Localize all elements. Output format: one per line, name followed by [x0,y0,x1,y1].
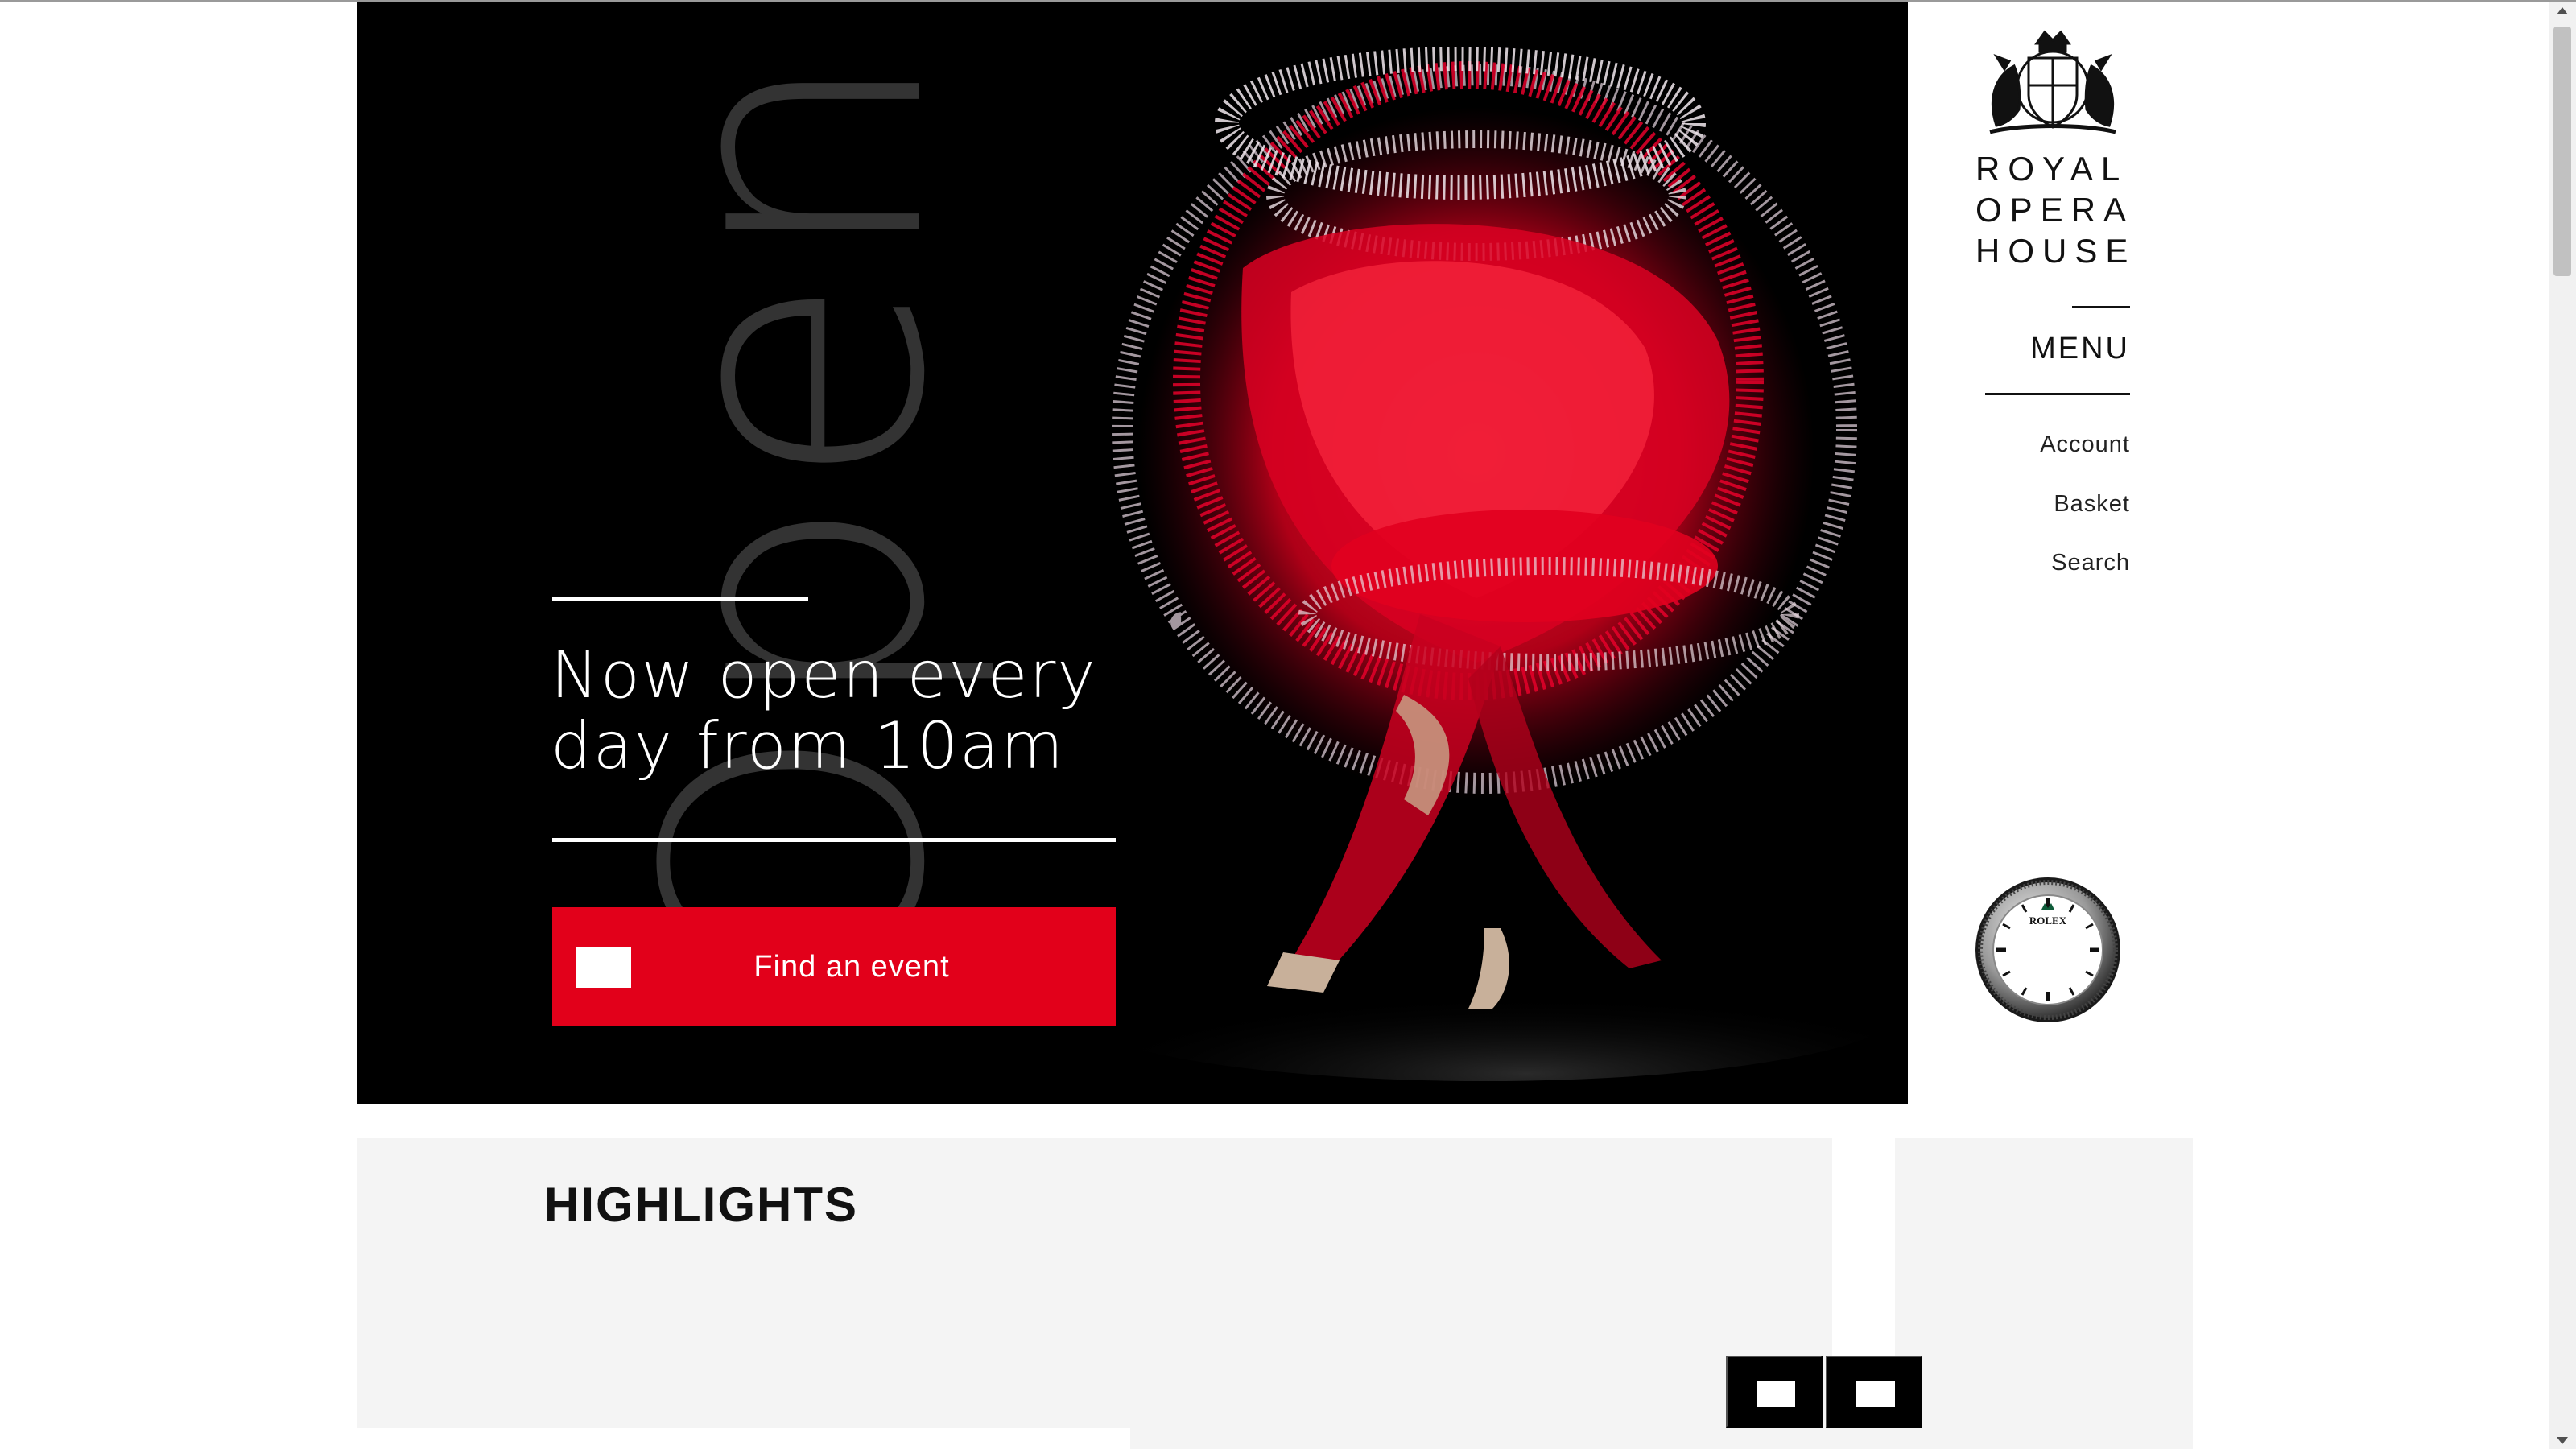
carousel-next-button[interactable] [1826,1356,1922,1428]
rolex-clock[interactable]: ROLEX [1974,876,2122,1027]
rolex-clock-icon: ROLEX [1975,877,2120,1022]
scroll-thumb[interactable] [2553,27,2571,276]
scroll-up-icon[interactable] [2557,7,2568,14]
hero-banner: Open Now open every day from 10am Find a… [357,2,1908,1104]
basket-link[interactable]: Basket [1964,491,2130,518]
hero-background-word: Open [591,41,1003,1001]
logo-line-3: HOUSE [1975,232,2136,270]
rolex-wordmark: ROLEX [2029,914,2067,927]
search-link[interactable]: Search [1964,550,2130,576]
logo-line-2: OPERA [1975,191,2135,229]
highlights-side-panel [1895,1138,2193,1428]
menu-button[interactable]: MENU [1964,332,2130,366]
highlights-title: HIGHLIGHTS [544,1178,858,1232]
menu-divider-top [2072,306,2130,308]
hero-divider-top [552,597,808,601]
hero-divider-bottom [552,838,1116,842]
menu-divider-bottom [1985,393,2130,395]
find-event-label: Find an event [753,949,950,984]
content-strip-left [357,1428,1130,1449]
hero-heading: Now open every day from 10am [551,638,1097,783]
carousel-prev-button[interactable] [1726,1356,1823,1428]
logo-line-1: ROYAL [1975,150,2128,188]
page: Open Now open every day from 10am Find a… [0,0,2576,1449]
royal-crest-icon [1989,30,2116,134]
arrow-left-icon [1757,1381,1795,1407]
royal-opera-house-logo[interactable]: ROYAL OPERA HOUSE [1964,29,2141,270]
page-scrollbar[interactable] [2549,2,2576,1449]
content-strip-right [1130,1428,2193,1449]
find-event-button[interactable]: Find an event [552,907,1116,1026]
arrow-right-icon [1856,1381,1895,1407]
account-link[interactable]: Account [1964,431,2130,458]
scroll-down-icon[interactable] [2557,1437,2568,1444]
